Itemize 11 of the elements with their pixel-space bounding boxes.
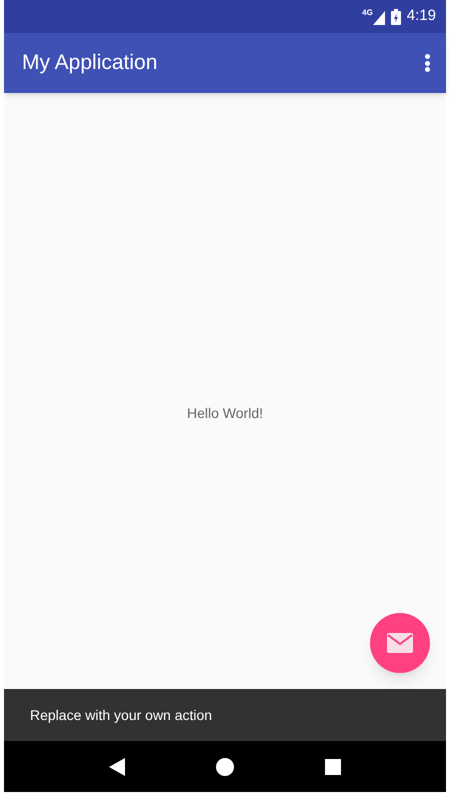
back-button[interactable]	[109, 758, 126, 776]
app-title: My Application	[22, 50, 158, 76]
envelope-icon	[387, 633, 413, 653]
battery-icon	[390, 8, 401, 24]
home-button[interactable]	[216, 758, 234, 776]
network-type: 4G	[362, 8, 373, 16]
signal-icon	[372, 10, 385, 24]
recents-button[interactable]	[324, 758, 341, 774]
clock: 4:19	[406, 6, 436, 26]
snackbar-message: Replace with your own action	[30, 706, 212, 725]
hello-text: Hello World!	[187, 404, 263, 423]
